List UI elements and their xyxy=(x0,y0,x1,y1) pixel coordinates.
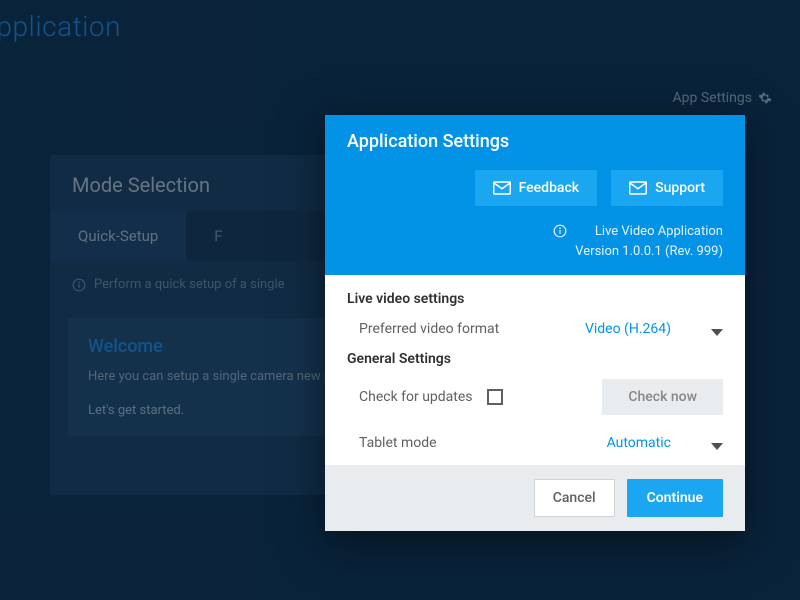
settings-modal: Application Settings Feedback Support Li… xyxy=(325,115,745,531)
mail-icon xyxy=(629,181,647,195)
modal-footer: Cancel Continue xyxy=(325,465,745,531)
check-now-button[interactable]: Check now xyxy=(602,379,723,415)
section-live-video-title: Live video settings xyxy=(347,291,723,307)
tablet-mode-select[interactable]: Automatic xyxy=(607,435,723,451)
tablet-mode-label: Tablet mode xyxy=(359,435,437,451)
section-general-title: General Settings xyxy=(347,351,723,367)
app-version: Version 1.0.0.1 (Rev. 999) xyxy=(575,242,723,262)
mail-icon xyxy=(493,181,511,195)
cancel-button[interactable]: Cancel xyxy=(534,479,615,517)
video-format-select[interactable]: Video (H.264) xyxy=(585,321,723,337)
video-format-label: Preferred video format xyxy=(359,321,499,337)
feedback-label: Feedback xyxy=(519,180,579,196)
chevron-down-icon xyxy=(711,439,723,447)
updates-label: Check for updates xyxy=(359,389,473,405)
video-format-value: Video (H.264) xyxy=(585,321,671,337)
modal-body: Live video settings Preferred video form… xyxy=(325,275,745,465)
info-icon xyxy=(553,224,567,238)
support-label: Support xyxy=(655,180,705,196)
chevron-down-icon xyxy=(711,325,723,333)
tablet-mode-value: Automatic xyxy=(607,435,671,451)
updates-row: Check for updates Check now xyxy=(347,375,723,429)
version-text: Live Video Application Version 1.0.0.1 (… xyxy=(575,222,723,261)
app-name: Live Video Application xyxy=(575,222,723,242)
continue-button[interactable]: Continue xyxy=(627,479,723,517)
support-button[interactable]: Support xyxy=(611,170,723,206)
feedback-button[interactable]: Feedback xyxy=(475,170,597,206)
modal-title: Application Settings xyxy=(347,131,723,152)
modal-header: Application Settings Feedback Support Li… xyxy=(325,115,745,275)
updates-checkbox[interactable] xyxy=(487,389,503,405)
tablet-mode-row: Tablet mode Automatic xyxy=(347,429,723,465)
video-format-row: Preferred video format Video (H.264) xyxy=(347,315,723,351)
